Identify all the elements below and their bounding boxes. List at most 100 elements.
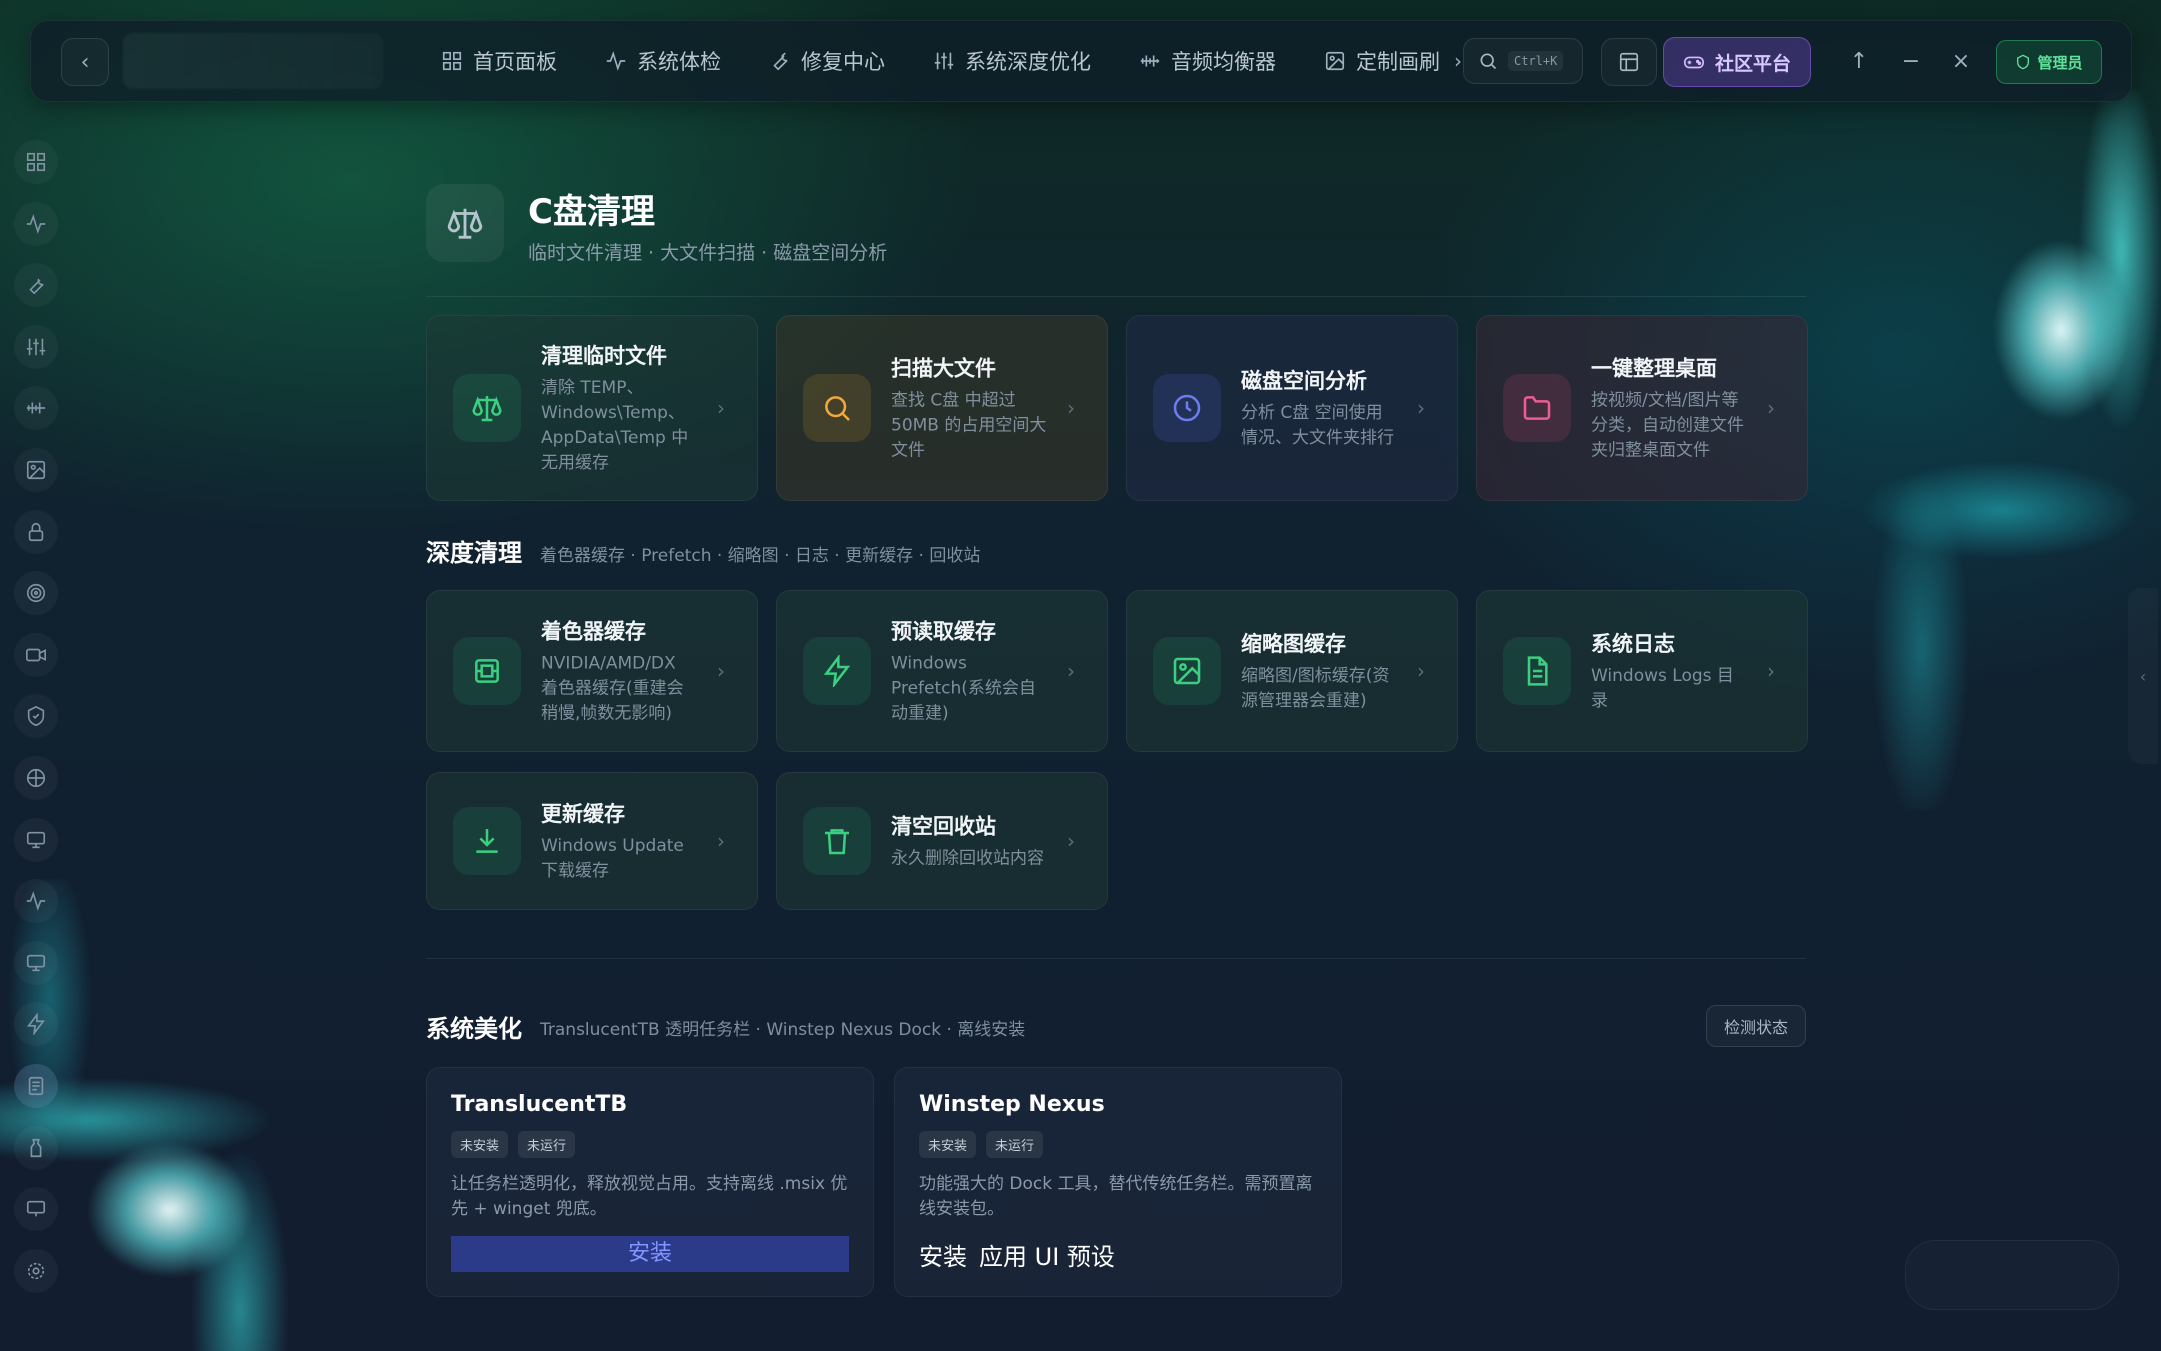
- nav-label: 系统体检: [637, 50, 721, 74]
- grid-icon: [26, 152, 46, 172]
- sidebar-item-target[interactable]: [14, 571, 58, 616]
- page-icon: [426, 184, 504, 262]
- trash-icon: [825, 829, 849, 855]
- card-title: 着色器缓存: [541, 619, 646, 644]
- status-badge: 未安装: [919, 1131, 977, 1158]
- card-desc: 查找 C盘 中超过 50MB 的占用空间大文件: [891, 390, 1047, 461]
- search-button[interactable]: Ctrl+K: [1463, 38, 1583, 84]
- app-desc: 让任务栏透明化，释放视觉占用。支持离线 .msix 优先 + winget 兜底…: [451, 1174, 848, 1219]
- status-badge: 未安装: [451, 1131, 509, 1158]
- card-desc: 清除 TEMP、Windows\Temp、AppData\Temp 中无用缓存: [541, 378, 689, 473]
- card-system-logs[interactable]: 系统日志 Windows Logs 目录 ›: [1476, 590, 1808, 752]
- layout-button[interactable]: [1601, 38, 1657, 86]
- card-title: 预读取缓存: [891, 619, 996, 644]
- sidebar-item-brush[interactable]: [14, 447, 58, 492]
- card-disk-analysis[interactable]: 磁盘空间分析 分析 C盘 空间使用情况、大文件夹排行 ›: [1126, 315, 1458, 501]
- sidebar-item-video[interactable]: [14, 632, 58, 677]
- install-button[interactable]: 安装: [919, 1237, 967, 1272]
- page-title: C盘清理: [528, 192, 655, 232]
- card-icon: [1503, 637, 1571, 705]
- search-shortcut: Ctrl+K: [1508, 51, 1564, 71]
- check-status-button[interactable]: 检测状态: [1706, 1005, 1806, 1047]
- image-icon: [1173, 657, 1201, 685]
- card-clean-temp[interactable]: 清理临时文件 清除 TEMP、Windows\Temp、AppData\Temp …: [426, 315, 758, 501]
- chevron-right-icon: ›: [1067, 829, 1075, 853]
- chip-icon: [475, 659, 499, 683]
- back-button[interactable]: ‹: [61, 38, 109, 86]
- app-card-winstep-nexus: Winstep Nexus 未安装 未运行 功能强大的 Dock 工具，替代传统…: [894, 1067, 1342, 1297]
- nav-item-system-check[interactable]: 系统体检: [605, 46, 721, 76]
- card-desc: Windows Logs 目录: [1591, 666, 1734, 711]
- sidebar-item-audio[interactable]: [14, 386, 58, 431]
- sidebar-item-desktop[interactable]: [14, 1187, 58, 1232]
- admin-badge[interactable]: 管理员: [1996, 40, 2102, 84]
- chevron-right-icon: ›: [1767, 396, 1775, 420]
- sidebar-item-dashboard[interactable]: [14, 140, 58, 184]
- pulse-icon: [606, 51, 626, 71]
- sidebar-item-bottle[interactable]: [14, 1125, 58, 1170]
- apply-ui-preset-button[interactable]: 应用 UI 预设: [979, 1237, 1115, 1272]
- card-empty-recycle-bin[interactable]: 清空回收站 永久删除回收站内容 ›: [776, 772, 1108, 910]
- waveform-icon: [26, 402, 46, 414]
- sidebar-item-power[interactable]: [14, 1002, 58, 1047]
- nav-label: 定制画刷: [1356, 50, 1440, 74]
- card-desc: 缩略图/图标缓存(资源管理器会重建): [1241, 666, 1390, 711]
- sidebar-item-network[interactable]: [14, 755, 58, 800]
- close-button[interactable]: ×: [1943, 43, 1979, 79]
- sidebar-item-shield[interactable]: [14, 694, 58, 739]
- tool-icon: [30, 1138, 42, 1157]
- lock-icon: [28, 522, 44, 541]
- file-text-icon: [1527, 656, 1548, 686]
- sidebar-item-monitor[interactable]: [14, 817, 58, 862]
- nav-item-audio-eq[interactable]: 音频均衡器: [1139, 46, 1276, 76]
- nav-item-deep-optimize[interactable]: 系统深度优化: [933, 46, 1091, 76]
- nav-item-repair[interactable]: 修复中心: [769, 46, 885, 76]
- shield-check-icon: [27, 706, 45, 727]
- chevron-right-icon[interactable]: ›: [1454, 49, 1462, 73]
- card-update-cache[interactable]: 更新缓存 Windows Update 下载缓存 ›: [426, 772, 758, 910]
- card-organize-desktop[interactable]: 一键整理桌面 按视频/文档/图片等分类，自动创建文件夹归整桌面文件 ›: [1476, 315, 1808, 501]
- card-scan-large-files[interactable]: 扫描大文件 查找 C盘 中超过 50MB 的占用空间大文件 ›: [776, 315, 1108, 501]
- pin-top-button[interactable]: ↑: [1841, 43, 1877, 79]
- section-subtitle: 着色器缓存 · Prefetch · 缩略图 · 日志 · 更新缓存 · 回收站: [540, 546, 981, 566]
- status-badge: 未运行: [986, 1131, 1044, 1158]
- right-drawer-handle[interactable]: ‹: [2128, 588, 2158, 764]
- close-icon: ×: [1951, 48, 1971, 74]
- card-desc: 分析 C盘 空间使用情况、大文件夹排行: [1241, 403, 1394, 448]
- sidebar: [8, 140, 64, 1310]
- deep-clean-grid: 着色器缓存 NVIDIA/AMD/DX 着色器缓存(重建会稍慢,帧数无影响) › …: [426, 590, 1808, 910]
- globe-icon: [26, 768, 46, 788]
- card-icon: [453, 637, 521, 705]
- monitor-icon: [26, 1200, 46, 1217]
- sidebar-item-cleanup[interactable]: [14, 1063, 58, 1108]
- install-button[interactable]: 安装: [451, 1236, 849, 1272]
- sidebar-item-lock[interactable]: [14, 509, 58, 554]
- pulse-icon: [26, 891, 46, 911]
- card-prefetch-cache[interactable]: 预读取缓存 Windows Prefetch(系统会自动重建) ›: [776, 590, 1108, 752]
- nav-item-custom-brush[interactable]: 定制画刷: [1324, 46, 1440, 76]
- chevron-left-icon: ‹: [80, 49, 90, 75]
- card-title: 更新缓存: [541, 802, 625, 826]
- top-bar: ‹ 首页面板 系统体检 修复中心 系统深度优化 音频均衡器 定制画刷 › Ctr…: [30, 20, 2132, 102]
- sidebar-item-display[interactable]: [14, 940, 58, 985]
- scale-icon: [472, 396, 502, 422]
- nav-label: 修复中心: [801, 50, 885, 74]
- community-button[interactable]: 社区平台: [1663, 37, 1811, 87]
- layout-icon: [1619, 52, 1639, 72]
- sidebar-item-optimize[interactable]: [14, 324, 58, 369]
- card-shader-cache[interactable]: 着色器缓存 NVIDIA/AMD/DX 着色器缓存(重建会稍慢,帧数无影响) ›: [426, 590, 758, 752]
- beautify-header: 系统美化 TranslucentTB 透明任务栏 · Winstep Nexus…: [426, 1005, 1806, 1047]
- nav-item-dashboard[interactable]: 首页面板: [441, 46, 557, 76]
- sidebar-item-settings[interactable]: [14, 1248, 58, 1293]
- card-thumbnail-cache[interactable]: 缩略图缓存 缩略图/图标缓存(资源管理器会重建) ›: [1126, 590, 1458, 752]
- sidebar-item-check[interactable]: [14, 201, 58, 246]
- sidebar-item-activity[interactable]: [14, 879, 58, 924]
- search-icon: [825, 396, 850, 421]
- nav-label: 系统深度优化: [965, 50, 1091, 74]
- minimize-button[interactable]: −: [1893, 43, 1929, 79]
- app-card-translucenttb: TranslucentTB 未安装 未运行 让任务栏透明化，释放视觉占用。支持离…: [426, 1067, 874, 1297]
- gamepad-icon: [1683, 56, 1704, 69]
- download-icon: [476, 829, 498, 853]
- document-icon: [28, 1076, 44, 1095]
- sidebar-item-repair[interactable]: [14, 263, 58, 308]
